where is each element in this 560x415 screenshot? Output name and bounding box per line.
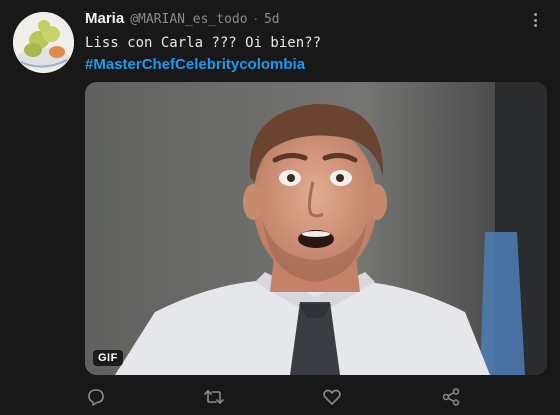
tweet-text: Liss con Carla ??? Oi bien??: [85, 35, 322, 51]
avatar-image: [13, 12, 74, 73]
author-name[interactable]: Maria: [85, 10, 124, 27]
tweet-actions: [0, 386, 560, 410]
retweet-icon: [204, 390, 224, 404]
gif-badge: GIF: [93, 350, 123, 366]
like-icon: [323, 389, 341, 405]
share-icon: [442, 388, 460, 406]
reply-icon: [88, 389, 104, 406]
more-options-icon[interactable]: [528, 11, 542, 29]
tweet-timestamp[interactable]: 5d: [264, 12, 280, 27]
avatar[interactable]: [13, 12, 74, 73]
header-separator: ·: [253, 11, 258, 26]
author-handle[interactable]: @MARIAN_es_todo: [130, 12, 247, 27]
tweet-header: Maria @MARIAN_es_todo · 5d: [85, 10, 280, 30]
share-button[interactable]: [440, 386, 462, 408]
gif-frame: [85, 82, 547, 375]
retweet-button[interactable]: [203, 386, 225, 408]
hashtag-link[interactable]: #MasterChefCelebritycolombia: [85, 56, 305, 73]
reply-button[interactable]: [85, 386, 107, 408]
tweet-media-gif[interactable]: GIF: [85, 82, 547, 375]
tweet-card[interactable]: Maria @MARIAN_es_todo · 5d Liss con Carl…: [0, 0, 560, 415]
like-button[interactable]: [321, 386, 343, 408]
